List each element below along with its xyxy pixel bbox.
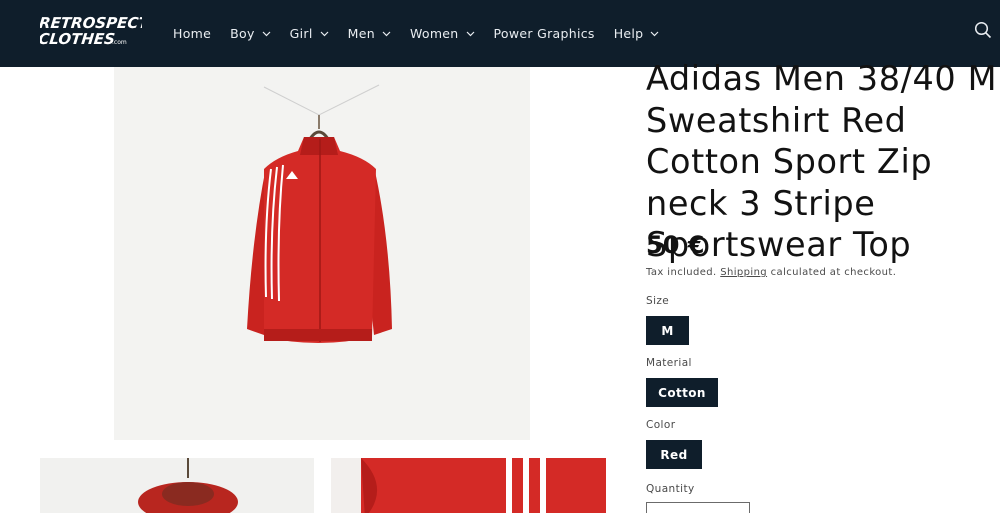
tax-note: Tax included. Shipping calculated at che… (646, 267, 896, 278)
logo-suffix: .com (112, 39, 127, 46)
logo-line2: CLOTHES (40, 30, 116, 48)
product-thumbnail[interactable] (40, 458, 314, 513)
nav-help[interactable]: Help (614, 26, 660, 41)
quantity-stepper[interactable] (646, 502, 750, 513)
nav-label: Home (173, 26, 212, 41)
nav-label: Boy (230, 26, 255, 41)
search-icon[interactable] (974, 21, 992, 39)
tax-prefix: Tax included. (646, 267, 717, 278)
size-option-button[interactable]: M (646, 316, 689, 345)
chevron-down-icon (320, 31, 329, 36)
nav-women[interactable]: Women (410, 26, 475, 41)
chevron-down-icon (466, 31, 474, 36)
product-thumbnail[interactable] (331, 458, 606, 513)
chevron-down-icon (262, 31, 271, 36)
nav-boy[interactable]: Boy (230, 26, 271, 41)
nav-power-graphics[interactable]: Power Graphics (494, 26, 595, 41)
material-option-button[interactable]: Cotton (646, 378, 718, 407)
site-header: RETROSPECT CLOTHES .com Home Boy Girl Me… (0, 0, 1000, 67)
quantity-label: Quantity (646, 483, 695, 495)
nav-men[interactable]: Men (348, 26, 391, 41)
nav-label: Girl (289, 26, 313, 41)
nav-label: Power Graphics (493, 26, 595, 41)
chevron-down-icon (382, 31, 391, 36)
nav-girl[interactable]: Girl (290, 26, 329, 41)
chevron-down-icon (650, 31, 659, 36)
nav-label: Help (613, 26, 644, 41)
shipping-link[interactable]: Shipping (720, 267, 767, 278)
color-label: Color (646, 419, 676, 431)
product-main-image[interactable] (114, 67, 530, 440)
color-option-button[interactable]: Red (646, 440, 702, 469)
product-price: 50 € (646, 231, 705, 259)
tax-suffix: calculated at checkout. (770, 267, 897, 278)
nav-label: Women (409, 26, 459, 41)
main-nav: Home Boy Girl Men Women Power Graphics H… (173, 0, 678, 67)
nav-label: Men (347, 26, 375, 41)
size-label: Size (646, 295, 670, 307)
site-logo[interactable]: RETROSPECT CLOTHES .com (37, 14, 151, 48)
nav-home[interactable]: Home (173, 26, 211, 41)
material-label: Material (646, 357, 692, 369)
